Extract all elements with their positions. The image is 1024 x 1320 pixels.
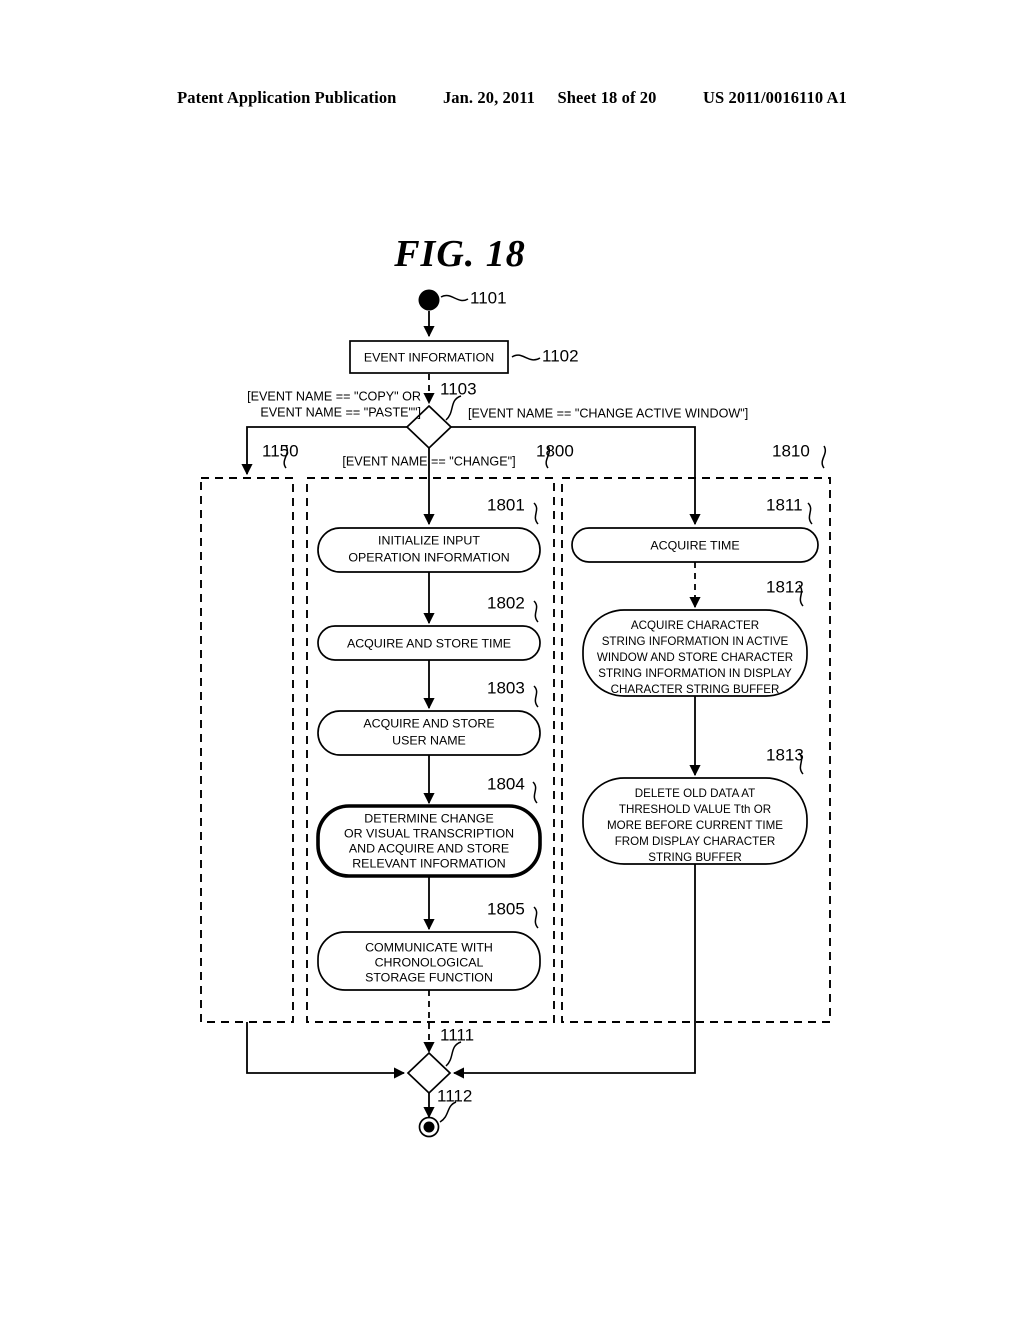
- node-1812-label-line1: ACQUIRE CHARACTER: [631, 619, 759, 632]
- node-1813-label-line5: STRING BUFFER: [648, 851, 741, 864]
- node-1802-label: ACQUIRE AND STORE TIME: [347, 636, 511, 650]
- leader-1102: [511, 354, 541, 361]
- node-1805-label-line1: COMMUNICATE WITH: [365, 940, 493, 954]
- node-1801-label-line1: INITIALIZE INPUT: [378, 533, 480, 547]
- start-node: [418, 289, 440, 311]
- ref-label-1112: 1112: [437, 1086, 472, 1105]
- guard-change-active-window: [EVENT NAME == "CHANGE ACTIVE WINDOW"]: [468, 406, 748, 420]
- leader-1101: [440, 294, 469, 302]
- ref-label-1801: 1801: [487, 495, 525, 514]
- node-1804-label-line1: DETERMINE CHANGE: [364, 811, 493, 825]
- node-1813-label-line3: MORE BEFORE CURRENT TIME: [607, 819, 783, 832]
- node-1812-label-line3: WINDOW AND STORE CHARACTER: [597, 651, 793, 664]
- guard-copy-paste-line1: [EVENT NAME == "COPY" OR: [247, 389, 421, 403]
- leader-1802: [533, 600, 539, 623]
- flowchart-diagram: 1101 EVENT INFORMATION 1102 1103 [EVENT …: [200, 288, 831, 1138]
- leader-1804: [532, 781, 538, 804]
- leader-1805: [533, 906, 539, 929]
- ref-label-1803: 1803: [487, 678, 525, 697]
- node-1812-label-line5: CHARACTER STRING BUFFER: [611, 683, 780, 696]
- node-1805-label-line2: CHRONOLOGICAL: [375, 955, 484, 969]
- ref-label-1800: 1800: [536, 441, 574, 460]
- node-1812-label-line4: STRING INFORMATION IN DISPLAY: [598, 667, 792, 680]
- leader-1111: [445, 1041, 462, 1067]
- leader-1811: [807, 502, 813, 525]
- patent-page: Patent Application Publication Jan. 20, …: [0, 0, 1024, 1320]
- flow-1150-to-1111: [246, 1022, 406, 1079]
- container-1150: [200, 477, 294, 1023]
- ref-label-1812: 1812: [766, 577, 804, 596]
- node-1805-label-line3: STORAGE FUNCTION: [365, 970, 493, 984]
- node-1804-label-line3: AND ACQUIRE AND STORE: [349, 841, 509, 855]
- node-event-information-label: EVENT INFORMATION: [364, 350, 494, 364]
- node-1803-label-line2: USER NAME: [392, 733, 466, 747]
- node-1811-label: ACQUIRE TIME: [650, 538, 739, 552]
- ref-label-1810: 1810: [772, 441, 810, 460]
- ref-label-1805: 1805: [487, 899, 525, 918]
- node-1813-label-line2: THRESHOLD VALUE Tth OR: [619, 803, 771, 816]
- ref-label-1802: 1802: [487, 593, 525, 612]
- leader-1810: [821, 445, 827, 469]
- ref-label-1101: 1101: [470, 288, 507, 307]
- node-1804-label-line2: OR VISUAL TRANSCRIPTION: [344, 826, 514, 840]
- leader-1103: [445, 395, 462, 421]
- node-1803-label-line1: ACQUIRE AND STORE: [363, 716, 494, 730]
- ref-label-1811: 1811: [766, 495, 803, 514]
- node-1813-label-line4: FROM DISPLAY CHARACTER: [615, 835, 776, 848]
- ref-label-1804: 1804: [487, 774, 525, 793]
- ref-label-1150: 1150: [262, 441, 299, 460]
- leader-1803: [533, 685, 539, 708]
- end-node-inner-dot: [423, 1121, 435, 1133]
- node-1804-label-line4: RELEVANT INFORMATION: [352, 856, 506, 870]
- ref-label-1102: 1102: [542, 346, 579, 365]
- ref-label-1813: 1813: [766, 745, 804, 764]
- node-1801-label-line2: OPERATION INFORMATION: [348, 550, 509, 564]
- guard-copy-paste-line2: EVENT NAME == "PASTE""]: [260, 405, 421, 419]
- node-1812-label-line2: STRING INFORMATION IN ACTIVE: [602, 635, 789, 648]
- ref-label-1103: 1103: [440, 379, 477, 398]
- node-1813-label-line1: DELETE OLD DATA AT: [635, 787, 755, 800]
- ref-label-1111: 1111: [440, 1025, 474, 1044]
- leader-1801: [533, 502, 539, 525]
